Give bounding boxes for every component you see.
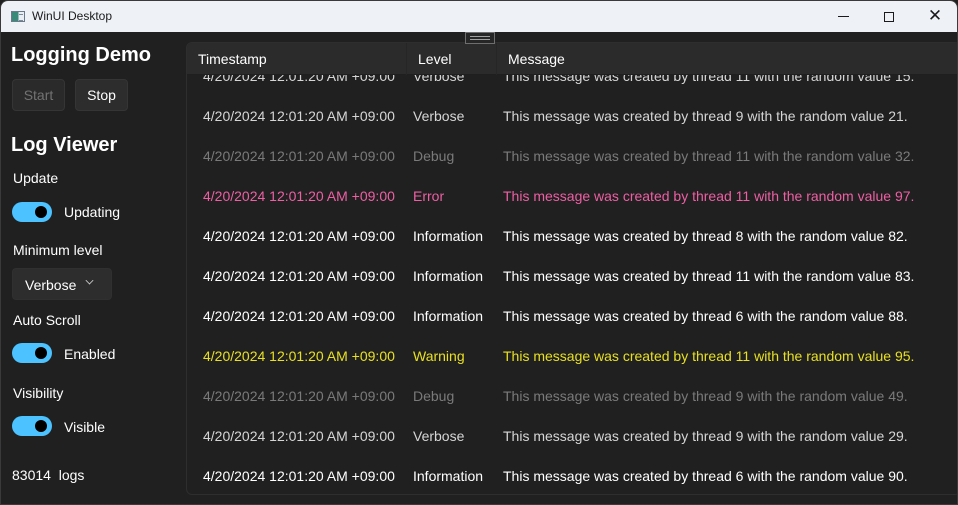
level-cell: Debug [413,148,455,164]
log-count: 83014 logs [12,467,84,483]
timestamp-cell: 4/20/2024 12:01:20 AM +09:00 [203,188,395,204]
level-cell: Information [413,228,484,244]
timestamp-cell: 4/20/2024 12:01:20 AM +09:00 [203,108,395,124]
message-cell: This message was created by thread 9 wit… [503,428,908,444]
close-icon: ✕ [927,6,943,26]
visibility-label: Visibility [13,385,64,401]
visibility-state-label: Visible [64,419,105,435]
timestamp-cell: 4/20/2024 12:01:20 AM +09:00 [203,388,395,404]
level-cell: Information [413,468,484,484]
maximize-button[interactable] [866,1,912,32]
message-cell: This message was created by thread 8 wit… [503,228,908,244]
timestamp-cell: 4/20/2024 12:01:20 AM +09:00 [203,308,395,324]
update-state-label: Updating [64,204,121,220]
timestamp-cell: 4/20/2024 12:01:20 AM +09:00 [203,268,395,284]
minimum-level-label: Minimum level [13,242,103,258]
table-row[interactable]: 4/20/2024 12:01:20 AM +09:00 Information T… [187,216,957,256]
pane-resize-handle[interactable] [465,32,495,44]
table-row[interactable]: 4/20/2024 12:01:20 AM +09:00 Verbose This … [187,416,957,456]
log-count-value: 83014 [12,467,51,483]
message-cell: This message was created by thread 9 wit… [503,108,908,124]
toggle-knob [35,347,47,359]
toggle-knob [35,420,47,432]
column-header-level[interactable]: Level [407,43,497,75]
level-cell: Debug [413,388,455,404]
log-grid: Timestamp Level Message 4/20/2024 12:01:… [186,42,957,495]
timestamp-cell: 4/20/2024 12:01:20 AM +09:00 [203,348,395,364]
update-label: Update [13,170,59,186]
table-row[interactable]: 4/20/2024 12:01:20 AM +09:00 Verbose This … [187,96,957,136]
level-cell: Verbose [413,108,465,124]
minimize-icon [837,16,849,17]
column-header-timestamp[interactable]: Timestamp [187,43,407,75]
table-row[interactable]: 4/20/2024 12:01:20 AM +09:00 Information T… [187,256,957,296]
message-cell: This message was created by thread 11 wi… [503,148,915,164]
minimum-level-value: Verbose [25,277,77,293]
minimum-level-dropdown[interactable]: Verbose [12,268,112,300]
table-row[interactable]: 4/20/2024 12:01:20 AM +09:00 Debug This me… [187,136,957,176]
update-toggle[interactable] [12,202,52,222]
auto-scroll-state-label: Enabled [64,346,116,362]
close-button[interactable]: ✕ [912,1,957,32]
stop-button[interactable]: Stop [75,79,128,111]
column-header-message[interactable]: Message [497,43,957,75]
level-cell: Information [413,268,484,284]
table-row[interactable]: 4/20/2024 12:01:20 AM +09:00 Information T… [187,456,957,494]
page-title: Logging Demo [11,44,151,66]
message-cell: This message was created by thread 6 wit… [503,308,908,324]
app-window-icon [11,11,25,22]
timestamp-cell: 4/20/2024 12:01:20 AM +09:00 [203,148,395,164]
log-count-suffix: logs [58,467,85,483]
level-cell: Error [413,188,445,204]
level-cell: Verbose [413,428,465,444]
auto-scroll-toggle[interactable] [12,343,52,363]
auto-scroll-label: Auto Scroll [13,312,81,328]
message-cell: This message was created by thread 6 wit… [503,468,908,484]
start-button[interactable]: Start [12,79,65,111]
grid-rows[interactable]: 4/20/2024 12:01:20 AM +09:00 Verbose This … [187,43,957,494]
minimize-button[interactable] [820,1,866,32]
sidebar: Logging Demo Start Stop Log Viewer Updat… [1,32,186,504]
level-cell: Warning [413,348,465,364]
table-row[interactable]: 4/20/2024 12:01:20 AM +09:00 Information T… [187,296,957,336]
message-cell: This message was created by thread 9 wit… [503,388,908,404]
message-cell: This message was created by thread 11 wi… [503,348,915,364]
timestamp-cell: 4/20/2024 12:01:20 AM +09:00 [203,228,395,244]
level-cell: Information [413,308,484,324]
visibility-toggle[interactable] [12,416,52,436]
timestamp-cell: 4/20/2024 12:01:20 AM +09:00 [203,468,395,484]
app-window: WinUI Desktop ✕ Logging Demo Start Stop … [0,0,958,505]
message-cell: This message was created by thread 11 wi… [503,188,915,204]
table-row[interactable]: 4/20/2024 12:01:20 AM +09:00 Error This me… [187,176,957,216]
toggle-knob [35,206,47,218]
grid-header: Timestamp Level Message [187,43,957,75]
chevron-down-icon [85,276,94,285]
table-row[interactable]: 4/20/2024 12:01:20 AM +09:00 Warning This … [187,336,957,376]
log-viewer-heading: Log Viewer [11,134,118,156]
title-bar[interactable]: WinUI Desktop ✕ [1,1,957,32]
window-title: WinUI Desktop [32,9,113,23]
table-row[interactable]: 4/20/2024 12:01:20 AM +09:00 Debug This me… [187,376,957,416]
maximize-icon [884,11,894,22]
message-cell: This message was created by thread 11 wi… [503,268,915,284]
timestamp-cell: 4/20/2024 12:01:20 AM +09:00 [203,428,395,444]
